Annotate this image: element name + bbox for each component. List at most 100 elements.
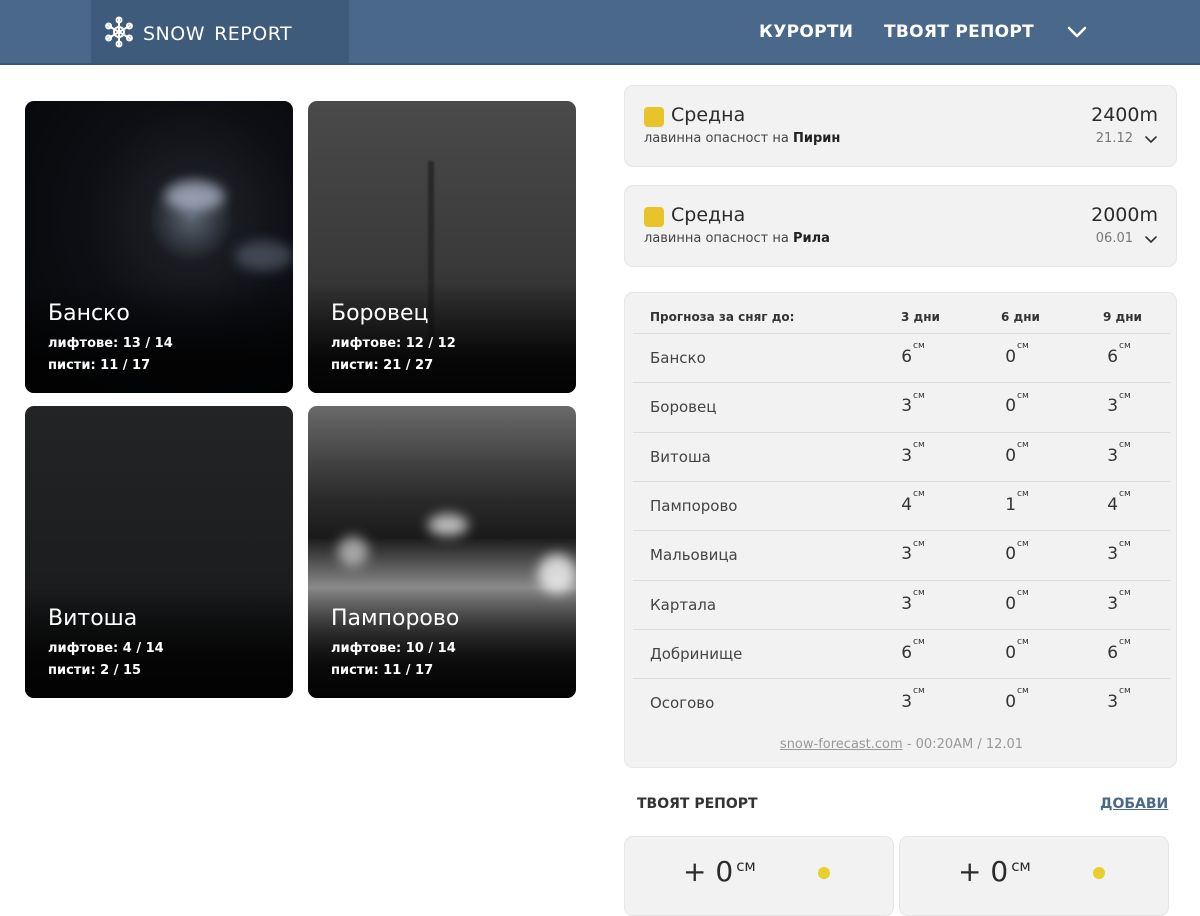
avalanche-label: лавинна опасност на Пирин xyxy=(644,131,841,146)
unit-label: см xyxy=(1119,587,1131,598)
snow-amount: + 0 см xyxy=(683,855,756,888)
column-6-days: 6 дни xyxy=(1001,310,1040,324)
danger-level-indicator xyxy=(644,207,664,227)
chevron-down-icon[interactable] xyxy=(1066,21,1088,43)
region-name: Рила xyxy=(792,231,830,246)
unit-label: см xyxy=(1119,538,1131,549)
forecast-row: Картала 3см 0см 3см xyxy=(633,579,1170,629)
forecast-source: snow-forecast.com - 00:20AM / 12.01 xyxy=(625,737,1178,752)
danger-level: Средна xyxy=(671,204,746,226)
pistes-count: писти: 21 / 27 xyxy=(331,358,434,373)
report-card[interactable]: + 0 см xyxy=(624,836,894,916)
add-report-link[interactable]: ДОБАВИ xyxy=(1100,796,1168,812)
avalanche-label: лавинна опасност на Рила xyxy=(644,231,830,246)
snow-forecast-table: Прогноза за сняг до: 3 дни 6 дни 9 дни Б… xyxy=(624,292,1177,768)
nav-your-report[interactable]: ТВОЯТ РЕПОРТ xyxy=(884,0,1034,63)
webcam-tile-pamporovo[interactable]: Пампорово лифтове: 10 / 14 писти: 11 / 1… xyxy=(308,406,576,698)
resort-name: Картала xyxy=(650,595,717,614)
avalanche-card-rila[interactable]: Средна лавинна опасност на Рила 2000m 06… xyxy=(624,185,1177,267)
resort-name: Пампорово xyxy=(331,606,460,631)
unit-label: см xyxy=(1119,439,1131,450)
altitude: 2000m xyxy=(1091,204,1158,226)
avalanche-card-pirin[interactable]: Средна лавинна опасност на Пирин 2400m 2… xyxy=(624,85,1177,167)
snow-value-3-days: 3см xyxy=(901,390,925,417)
report-date: 21.12 xyxy=(1095,131,1133,146)
top-header: snow report КУРОРТИ ТВОЯТ РЕПОРТ xyxy=(0,0,1200,65)
snow-value-6-days: 0см xyxy=(1005,587,1029,614)
unit-label: см xyxy=(1017,587,1029,598)
report-date: 06.01 xyxy=(1095,231,1133,246)
resort-name: Витоша xyxy=(650,447,711,466)
webcam-tile-vitosha[interactable]: Витоша лифтове: 4 / 14 писти: 2 / 15 xyxy=(25,406,293,698)
forecast-row: Добринище 6см 0см 6см xyxy=(633,628,1170,678)
unit-label: см xyxy=(913,489,925,500)
unit-label: см xyxy=(1119,489,1131,500)
snow-value-6-days: 0см xyxy=(1005,637,1029,663)
column-9-days: 9 дни xyxy=(1103,310,1142,324)
forecast-row: Осогово 3см 0см 3см xyxy=(633,678,1170,727)
report-card[interactable]: + 0 см xyxy=(899,836,1169,916)
webcam-image xyxy=(235,241,293,271)
webcam-image xyxy=(165,181,225,211)
snow-value-9-days: 3см xyxy=(1107,439,1131,466)
snow-value-9-days: 6см xyxy=(1107,341,1131,367)
snow-value-6-days: 1см xyxy=(1005,489,1029,515)
snow-unit: см xyxy=(736,857,756,875)
forecast-row: Пампорово 4см 1см 4см xyxy=(633,480,1170,530)
webcam-tile-borovets[interactable]: Боровец лифтове: 12 / 12 писти: 21 / 27 xyxy=(308,101,576,393)
snow-amount: + 0 см xyxy=(958,855,1031,888)
forecast-row: Боровец 3см 0см 3см xyxy=(633,382,1170,431)
unit-label: см xyxy=(913,439,925,450)
snow-unit: см xyxy=(1011,857,1031,875)
chevron-down-icon[interactable] xyxy=(1144,233,1158,247)
unit-label: см xyxy=(913,390,925,401)
unit-label: см xyxy=(1017,637,1029,648)
nav-resorts[interactable]: КУРОРТИ xyxy=(759,0,853,63)
resort-name: Осогово xyxy=(650,694,715,713)
column-3-days: 3 дни xyxy=(901,310,940,324)
pistes-count: писти: 11 / 17 xyxy=(331,663,434,678)
pistes-count: писти: 11 / 17 xyxy=(48,358,151,373)
altitude: 2400m xyxy=(1091,104,1158,126)
forecast-row: Мальовица 3см 0см 3см xyxy=(633,530,1170,579)
snow-value-3-days: 3см xyxy=(901,538,925,565)
snow-value-3-days: 3см xyxy=(901,439,925,466)
resort-name: Добринище xyxy=(650,644,743,663)
lifts-count: лифтове: 10 / 14 xyxy=(331,641,456,656)
snow-value-9-days: 6см xyxy=(1107,637,1131,663)
forecast-row: Банско 6см 0см 6см xyxy=(633,333,1170,382)
snow-value-6-days: 0см xyxy=(1005,439,1029,466)
pistes-count: писти: 2 / 15 xyxy=(48,663,142,678)
snow-value-9-days: 3см xyxy=(1107,538,1131,565)
resort-name: Мальовица xyxy=(650,546,738,565)
unit-label: см xyxy=(1119,686,1131,697)
unit-label: см xyxy=(1017,489,1029,500)
forecast-header-label: Прогноза за сняг до: xyxy=(650,310,795,324)
webcam-image xyxy=(428,514,468,536)
danger-level: Средна xyxy=(671,104,746,126)
source-link[interactable]: snow-forecast.com xyxy=(780,737,903,752)
logo[interactable]: snow report xyxy=(91,0,349,63)
snow-value-3-days: 6см xyxy=(901,637,925,663)
snow-value-9-days: 3см xyxy=(1107,587,1131,614)
unit-label: см xyxy=(913,637,925,648)
snow-value-3-days: 6см xyxy=(901,341,925,367)
snow-value-6-days: 0см xyxy=(1005,341,1029,367)
unit-label: см xyxy=(913,538,925,549)
unit-label: см xyxy=(1017,538,1029,549)
chevron-down-icon[interactable] xyxy=(1144,133,1158,147)
snow-value-3-days: 3см xyxy=(901,686,925,713)
webcam-tile-bansko[interactable]: Банско лифтове: 13 / 14 писти: 11 / 17 xyxy=(25,101,293,393)
snow-value-6-days: 0см xyxy=(1005,538,1029,565)
danger-level-indicator xyxy=(644,107,664,127)
resort-name: Банско xyxy=(48,301,130,326)
resort-name: Боровец xyxy=(331,301,429,326)
snow-value-9-days: 3см xyxy=(1107,390,1131,417)
unit-label: см xyxy=(1119,390,1131,401)
webcam-image xyxy=(338,536,368,566)
lifts-count: лифтове: 12 / 12 xyxy=(331,336,456,351)
snow-value-3-days: 3см xyxy=(901,587,925,614)
logo-text: snow report xyxy=(143,16,293,47)
resort-name: Пампорово xyxy=(650,496,738,515)
resort-name: Витоша xyxy=(48,606,138,631)
